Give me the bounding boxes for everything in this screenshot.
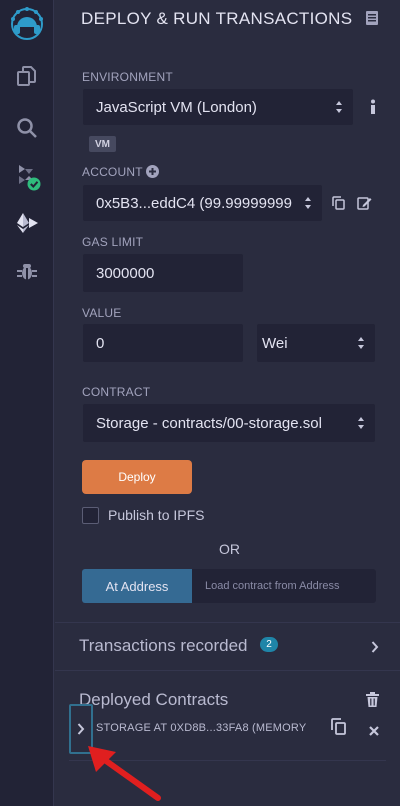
publish-ipfs-checkbox[interactable]	[82, 507, 99, 524]
icon-panel	[0, 0, 54, 806]
debugger-icon[interactable]	[9, 253, 45, 289]
contract-value: Storage - contracts/00-storage.sol	[96, 414, 322, 432]
deploy-run-icon[interactable]	[9, 205, 45, 241]
edit-icon[interactable]	[357, 196, 372, 210]
contract-label: CONTRACT	[82, 385, 151, 399]
select-arrows-icon	[305, 197, 311, 209]
vm-badge: VM	[89, 136, 116, 152]
annotation-arrow	[88, 746, 161, 801]
solidity-compiler-icon[interactable]	[9, 158, 45, 194]
info-icon[interactable]	[369, 99, 377, 115]
account-value: 0x5B3...eddC4 (99.99999999	[96, 194, 292, 212]
environment-select[interactable]: JavaScript VM (London)	[82, 88, 354, 126]
environment-label: ENVIRONMENT	[82, 70, 173, 84]
file-explorer-icon[interactable]	[9, 58, 45, 94]
instance-copy-icon[interactable]	[331, 718, 346, 735]
or-label: OR	[219, 541, 240, 557]
gas-limit-label: GAS LIMIT	[82, 235, 144, 249]
copy-icon[interactable]	[332, 196, 345, 210]
account-select[interactable]: 0x5B3...eddC4 (99.99999999	[82, 184, 323, 222]
chevron-right-icon[interactable]	[371, 640, 379, 653]
environment-value: JavaScript VM (London)	[96, 98, 257, 116]
at-address-button[interactable]: At Address	[82, 569, 192, 603]
close-icon[interactable]	[369, 723, 379, 736]
transactions-recorded-title[interactable]: Transactions recorded	[79, 636, 248, 656]
select-arrows-icon	[336, 101, 342, 113]
panel-title: DEPLOY & RUN TRANSACTIONS	[81, 9, 353, 28]
contract-select[interactable]: Storage - contracts/00-storage.sol	[82, 403, 376, 443]
value-unit: Wei	[262, 334, 288, 352]
add-account-icon[interactable]	[146, 165, 159, 178]
remix-logo-icon[interactable]	[6, 4, 48, 44]
at-address-input[interactable]: Load contract from Address	[192, 569, 376, 603]
divider	[55, 670, 400, 671]
value-input[interactable]: 0	[82, 323, 244, 363]
gas-limit-input[interactable]: 3000000	[82, 253, 244, 293]
deploy-run-panel: DEPLOY & RUN TRANSACTIONS ENVIRONMENT Ja…	[55, 0, 400, 806]
account-label: ACCOUNT	[82, 165, 143, 179]
docs-icon[interactable]	[365, 11, 379, 25]
publish-ipfs-label: Publish to IPFS	[108, 507, 205, 523]
select-arrows-icon	[358, 417, 364, 429]
search-icon[interactable]	[9, 110, 45, 146]
value-unit-select[interactable]: Wei	[256, 323, 376, 363]
transactions-count-badge: 2	[260, 637, 278, 652]
deploy-button[interactable]: Deploy	[82, 460, 192, 494]
select-arrows-icon	[358, 337, 364, 349]
divider	[55, 622, 400, 623]
value-label: VALUE	[82, 306, 122, 320]
